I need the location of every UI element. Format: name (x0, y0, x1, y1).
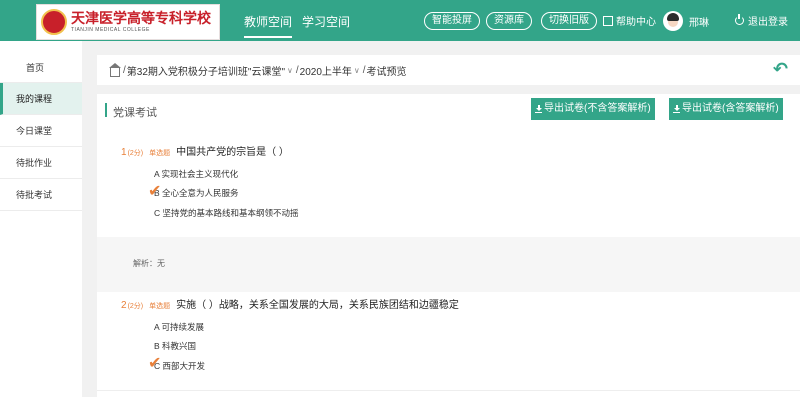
help-icon (603, 15, 613, 26)
nav-learning-space[interactable]: 学习空间 (302, 13, 350, 30)
logo-chinese-name: 天津医学高等专科学校 (71, 10, 211, 27)
switch-old-version-button[interactable]: 切换旧版 (541, 12, 597, 30)
top-header: 天津医学高等专科学校 TIANJIN MEDICAL COLLEGE 教师空间 … (0, 0, 800, 41)
option-c: C 坚持党的基本路线和基本纲领不动摇 (154, 208, 299, 218)
avatar[interactable] (663, 11, 683, 31)
sidebar-item-my-courses[interactable]: 我的课程 (0, 83, 82, 115)
correct-answer-check-icon: ✔ (148, 183, 162, 200)
logo-english-name: TIANJIN MEDICAL COLLEGE (71, 26, 150, 33)
breadcrumb-course[interactable]: 第32期入党积极分子培训班"云课堂" (127, 63, 285, 78)
chevron-down-icon[interactable]: ∨ (354, 66, 360, 75)
sidebar-item-pending-exams[interactable]: 待批考试 (0, 179, 82, 211)
option-c: C 西部大开发 (154, 361, 206, 371)
username[interactable]: 邢琳 (689, 14, 709, 29)
breadcrumb: / 第32期入党积极分子培训班"云课堂" ∨ / 2020上半年 ∨ / 考试预… (97, 55, 800, 85)
analysis-box: 解析：无 (97, 237, 800, 292)
college-emblem-icon (41, 9, 67, 35)
help-center-link[interactable]: 帮助中心 (603, 13, 656, 28)
resource-library-button[interactable]: 资源库 (486, 12, 532, 30)
chevron-down-icon[interactable]: ∨ (287, 66, 293, 75)
question-text: 实施（ ）战略，关系全国发展的大局，关系民族团结和边疆稳定 (176, 300, 459, 311)
analysis-text: 解析：无 (133, 259, 165, 268)
sidebar-item-pending-homework[interactable]: 待批作业 (0, 147, 82, 179)
question-header: 2 (2分) 单选题 实施（ ）战略，关系全国发展的大局，关系民族团结和边疆稳定 (121, 296, 459, 311)
download-icon (673, 105, 680, 113)
smart-cast-button[interactable]: 智能投屏 (424, 12, 480, 30)
divider (97, 390, 800, 391)
home-icon[interactable] (109, 62, 121, 77)
college-logo[interactable]: 天津医学高等专科学校 TIANJIN MEDICAL COLLEGE (36, 4, 220, 40)
question-type-badge: 单选题 (149, 303, 171, 310)
option-a: A 可持续发展 (154, 322, 205, 332)
download-icon (535, 105, 542, 113)
breadcrumb-term[interactable]: 2020上半年 (300, 63, 352, 78)
back-arrow-icon[interactable]: ↶ (773, 60, 788, 78)
breadcrumb-current-page: 考试预览 (366, 66, 407, 78)
exam-preview-panel: 党课考试 导出试卷(不含答案解析) 导出试卷(含答案解析) 1 (2分) 单选题… (97, 94, 800, 397)
export-with-answers-button[interactable]: 导出试卷(含答案解析) (669, 98, 783, 120)
sidebar-item-home[interactable]: 首页 (0, 41, 82, 83)
page-title: 党课考试 (113, 107, 157, 119)
export-without-answers-button[interactable]: 导出试卷(不含答案解析) (531, 98, 655, 120)
logout-button[interactable]: 退出登录 (735, 13, 788, 28)
question-type-badge: 单选题 (149, 150, 171, 157)
question-header: 1 (2分) 单选题 中国共产党的宗旨是（ ） (121, 143, 289, 158)
power-icon (735, 14, 744, 25)
question-text: 中国共产党的宗旨是（ ） (176, 147, 289, 158)
option-a: A 实现社会主义现代化 (154, 169, 239, 179)
sidebar-item-today-class[interactable]: 今日课堂 (0, 115, 82, 147)
sidebar: 首页 我的课程 今日课堂 待批作业 待批考试 (0, 41, 82, 397)
title-accent-bar (105, 103, 107, 117)
option-b: B 全心全意为人民服务 (154, 188, 239, 198)
nav-teacher-space[interactable]: 教师空间 (244, 13, 293, 38)
option-b: B 科教兴国 (154, 341, 197, 351)
correct-answer-check-icon: ✔ (148, 355, 162, 372)
